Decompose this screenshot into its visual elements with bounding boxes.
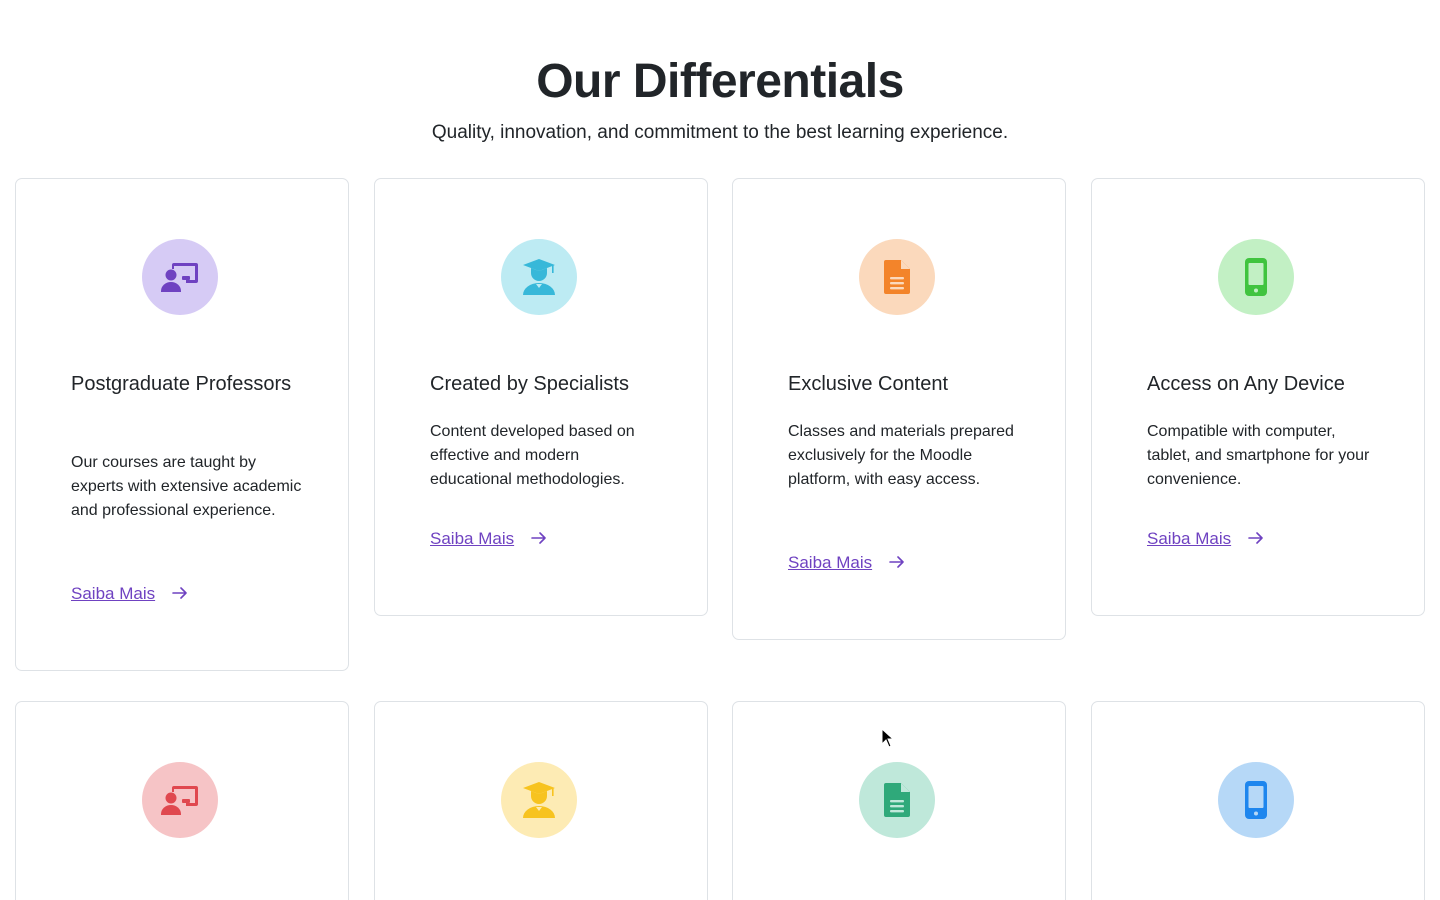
arrow-right-icon [1248,529,1264,549]
feature-card-row2-2 [374,701,708,900]
feature-card-row2-4 [1091,701,1425,900]
card-title: Created by Specialists [430,373,629,395]
section-title: Our Differentials [536,55,904,108]
teacher-board-icon [142,239,218,315]
feature-card-postgraduate: Postgraduate Professors Our courses are … [15,178,349,671]
learn-more-link[interactable]: Saiba Mais [788,553,905,573]
mouse-cursor-icon [881,727,895,753]
smartphone-icon [1218,239,1294,315]
card-description: Classes and materials prepared exclusive… [788,423,1014,488]
learn-more-link[interactable]: Saiba Mais [430,529,547,549]
smartphone-icon [1218,762,1294,838]
arrow-right-icon [531,529,547,549]
section-subtitle: Quality, innovation, and commitment to t… [431,122,1009,143]
card-title: Postgraduate Professors [71,373,292,395]
feature-card-any-device: Access on Any Device Compatible with com… [1091,178,1425,616]
teacher-board-icon [142,762,218,838]
arrow-right-icon [172,584,188,604]
arrow-right-icon [889,553,905,573]
learn-more-label: Saiba Mais [788,553,873,572]
document-icon [859,239,935,315]
learn-more-link[interactable]: Saiba Mais [1147,529,1264,549]
learn-more-label: Saiba Mais [71,584,156,603]
card-title: Access on Any Device [1147,373,1345,395]
feature-card-row2-3 [732,701,1066,900]
learn-more-label: Saiba Mais [430,529,515,548]
learn-more-label: Saiba Mais [1147,529,1232,548]
graduate-icon [501,762,577,838]
feature-card-row2-1 [15,701,349,900]
card-description: Content developed based on effective and… [430,423,635,488]
card-title: Exclusive Content [788,373,949,395]
learn-more-link[interactable]: Saiba Mais [71,584,188,604]
graduate-icon [501,239,577,315]
card-description: Compatible with computer, tablet, and sm… [1147,423,1370,488]
card-description: Our courses are taught by experts with e… [71,454,302,519]
feature-card-exclusive-content: Exclusive Content Classes and materials … [732,178,1066,640]
feature-card-specialists: Created by Specialists Content developed… [374,178,708,616]
document-icon [859,762,935,838]
